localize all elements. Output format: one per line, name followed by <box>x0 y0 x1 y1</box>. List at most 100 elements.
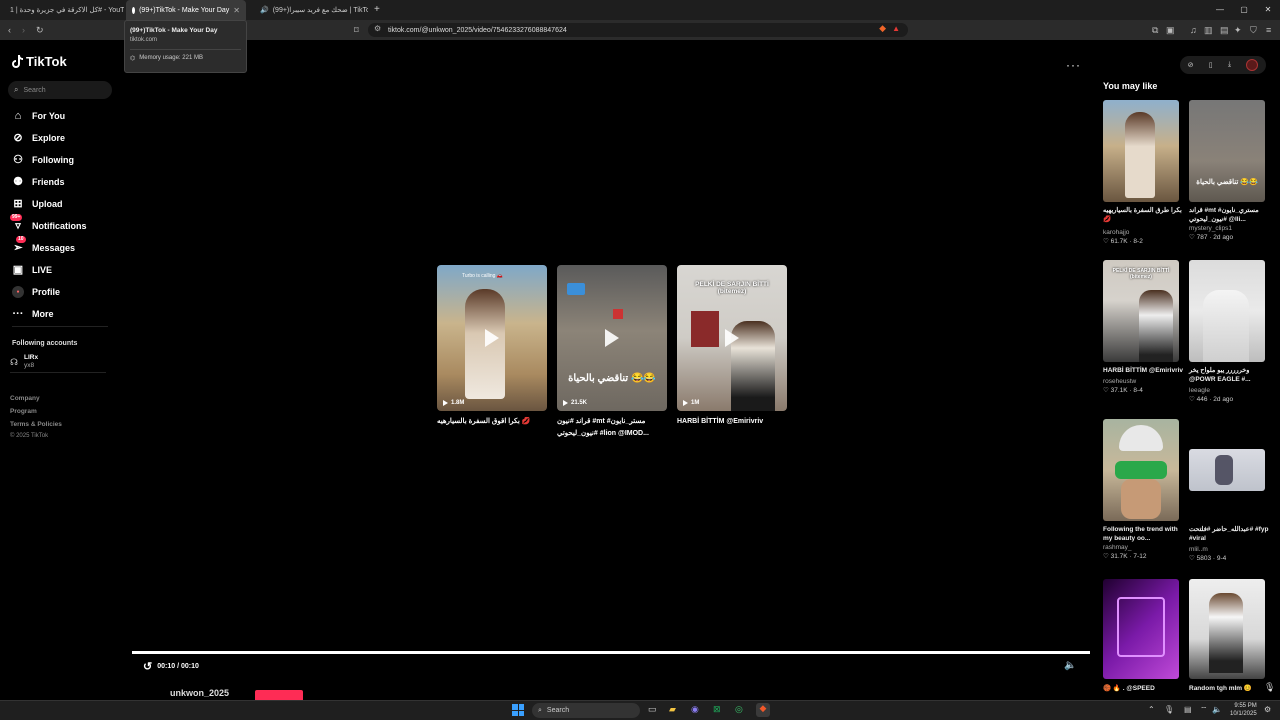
wifi-icon[interactable]: ⌔ <box>1200 705 1208 715</box>
brave-rewards-icon[interactable]: ▲ <box>892 24 900 33</box>
author-name[interactable]: unkwon_2025 <box>170 688 229 698</box>
footer-company[interactable]: Company <box>10 392 62 405</box>
suggested-title[interactable]: HARBİ BİTTİM @Emirivriv <box>1103 366 1183 375</box>
sidebar-item-upload[interactable]: ⊞ Upload <box>12 198 62 210</box>
search-input[interactable]: ⌕ Search <box>8 81 112 99</box>
volume-icon[interactable]: 🔈 <box>1064 660 1076 671</box>
suggested-user[interactable]: mystery_clips1 <box>1189 224 1269 233</box>
sidebar-item-following[interactable]: ⚇ Following <box>12 154 74 166</box>
suggested-user[interactable]: leeagle <box>1189 386 1269 395</box>
tray-mic-icon[interactable]: 🎙 <box>1164 705 1174 714</box>
sidebar-item-more[interactable]: ··· More <box>12 308 54 320</box>
play-icon[interactable] <box>605 329 619 347</box>
suggested-user[interactable]: roseheustw <box>1103 377 1183 386</box>
brave-browser-icon[interactable]: ◆ <box>756 703 770 717</box>
suggested-user[interactable]: rashmay_ <box>1103 543 1181 552</box>
tiktok-logo[interactable]: TikTok <box>12 54 67 69</box>
address-bar[interactable]: ⚙ tiktok.com/@unkwon_2025/video/75462332… <box>368 23 908 37</box>
sidebar-item-explore[interactable]: ⊘ Explore <box>12 132 65 144</box>
suggested-video-thumb[interactable]: PELKİ DE SARJIN BİTTİ (bitemez) <box>1103 260 1179 362</box>
menu-icon[interactable]: ≡ <box>1266 24 1271 36</box>
browser-tab-tiktok-active[interactable]: (99+)TikTok - Make Your Day ✕ <box>126 0 246 20</box>
suggested-user[interactable]: mlil..m <box>1189 545 1269 554</box>
wallet-icon[interactable]: ▣ <box>1166 24 1175 36</box>
user-avatar[interactable] <box>1246 59 1259 71</box>
vpn-icon[interactable]: ⛉ <box>1250 24 1257 36</box>
sidebar-item-profile[interactable]: ● Profile <box>12 286 60 298</box>
play-icon[interactable] <box>725 329 739 347</box>
suggested-video-thumb[interactable] <box>1103 579 1179 679</box>
forward-icon[interactable]: › <box>22 24 25 36</box>
suggested-title[interactable]: Random tgh mlm 😊 <box>1189 684 1269 693</box>
hover-card-memory: Memory usage: 221 MB <box>139 55 203 61</box>
replay-icon[interactable]: ↺ <box>143 660 152 673</box>
phone-icon[interactable]: ▯ <box>1209 61 1213 69</box>
windows-start-icon[interactable] <box>512 704 524 716</box>
progress-track[interactable] <box>132 651 1090 654</box>
card-caption[interactable]: قراند #نيون #mt #مستر_نايون #نيون_ليحوتي… <box>557 416 669 440</box>
download-icon[interactable]: ⤓ <box>1228 61 1231 69</box>
suggested-video-thumb[interactable] <box>1103 100 1179 202</box>
card-caption[interactable]: HARBİ BİTTİM @Emirivriv <box>677 416 789 428</box>
new-tab-button[interactable]: + <box>374 4 380 15</box>
clock[interactable]: 9:55 PM 10/1/2025 <box>1230 702 1257 718</box>
maximize-icon[interactable]: ▢ <box>1232 0 1256 20</box>
suggested-user[interactable]: karohajjo <box>1103 228 1183 237</box>
extensions-icon[interactable]: ⧉ <box>1152 24 1158 36</box>
file-explorer-icon[interactable]: ▰ <box>669 704 676 715</box>
suggested-title[interactable]: عبدالله_حاضر #فلتحت# #fyp #viral <box>1189 525 1269 543</box>
task-view-icon[interactable]: ▭ <box>648 704 657 715</box>
related-video-card[interactable]: PELKİ DE SARJIN BİTTİ (bitemez) 1M <box>677 265 787 411</box>
tabs-icon[interactable]: ▤ <box>1220 24 1229 36</box>
divider <box>10 372 106 373</box>
sidebar-toggle-icon[interactable]: ▥ <box>1204 24 1213 36</box>
related-video-card[interactable]: 😂😂 تناقضي بالحياة 21.5K <box>557 265 667 411</box>
suggested-video-thumb[interactable]: 😂😂 تناقضي بالحياة <box>1189 100 1265 202</box>
more-options-icon[interactable]: ··· <box>1066 58 1081 72</box>
footer-program[interactable]: Program <box>10 405 62 418</box>
suggested-title[interactable]: وخررررر يبو ملواح يخر @POWR EAGLE #... <box>1189 366 1269 384</box>
site-info-icon[interactable]: ⚙ <box>374 24 381 33</box>
compass-icon[interactable]: ⊘ <box>1188 61 1194 69</box>
tray-app-icon[interactable]: ▤ <box>1184 705 1192 714</box>
following-account[interactable]: ☊ LIRx yx8 <box>10 354 38 370</box>
microphone-icon[interactable]: 🎙 <box>1264 682 1275 693</box>
chrome-icon[interactable]: ◎ <box>735 704 743 715</box>
nav-label: Explore <box>32 133 66 143</box>
sidebar-item-live[interactable]: ▣ LIVE <box>12 264 52 276</box>
suggested-title[interactable]: Following the trend with my beauty oo... <box>1103 525 1181 543</box>
suggested-video-thumb[interactable] <box>1103 419 1179 521</box>
suggested-title[interactable]: بكرا طرق السفرة بالسياريهيه 💋 <box>1103 206 1183 224</box>
notification-center-icon[interactable]: ⚙ <box>1264 705 1271 714</box>
sidebar-item-friends[interactable]: ⚉ Friends <box>12 176 64 188</box>
discord-icon[interactable]: ◉ <box>691 704 699 715</box>
play-small-icon <box>443 400 448 406</box>
sidebar-item-notifications[interactable]: ▿ 99+ Notifications <box>10 214 87 232</box>
suggested-video-thumb[interactable] <box>1189 449 1265 491</box>
tray-chevron-icon[interactable]: ⌃ <box>1148 705 1155 714</box>
taskbar-search[interactable]: ⌕ Search <box>532 703 640 718</box>
sidebar-item-messages[interactable]: ➢ 10 Messages <box>12 236 75 254</box>
minimize-icon[interactable]: — <box>1208 0 1232 20</box>
sidebar-item-for-you[interactable]: ⌂ For You <box>12 110 66 122</box>
browser-tab-youtube[interactable]: كل الاكرقة في جزيرة وحدة | 1# - YouTube <box>0 0 124 20</box>
related-video-card[interactable]: Turbo is calling 🚗 1.8M <box>437 265 547 411</box>
footer-terms[interactable]: Terms & Policies <box>10 418 62 431</box>
brave-shield-icon[interactable]: ◆ <box>879 23 886 34</box>
suggested-video-thumb[interactable] <box>1189 579 1265 679</box>
music-icon[interactable]: ♫ <box>1190 24 1197 36</box>
card-caption[interactable]: بكرا اقوق السفرة بالسيارهيه 💋 <box>437 416 549 428</box>
excel-icon[interactable]: ⊠ <box>713 704 721 715</box>
leo-icon[interactable]: ✦ <box>1234 24 1242 36</box>
suggested-video-thumb[interactable] <box>1189 260 1265 362</box>
bookmark-icon[interactable]: ⌑ <box>354 24 359 36</box>
close-tab-icon[interactable]: ✕ <box>233 6 240 15</box>
volume-tray-icon[interactable]: 🔈 <box>1212 705 1222 714</box>
reload-icon[interactable]: ↻ <box>36 24 44 36</box>
back-icon[interactable]: ‹ <box>8 24 11 36</box>
suggested-title[interactable]: 🏀 🔥 . @SPEED <box>1103 684 1183 693</box>
play-icon[interactable] <box>485 329 499 347</box>
close-window-icon[interactable]: ✕ <box>1256 0 1280 20</box>
suggested-title[interactable]: قراند #mt #مستري_نايون #نيون_ليحوتي @lli… <box>1189 206 1269 224</box>
browser-tab-tiktok-2[interactable]: 🔊 (99+)ضحك مع فريد سيبرا | TikTok ✕ <box>250 0 368 20</box>
